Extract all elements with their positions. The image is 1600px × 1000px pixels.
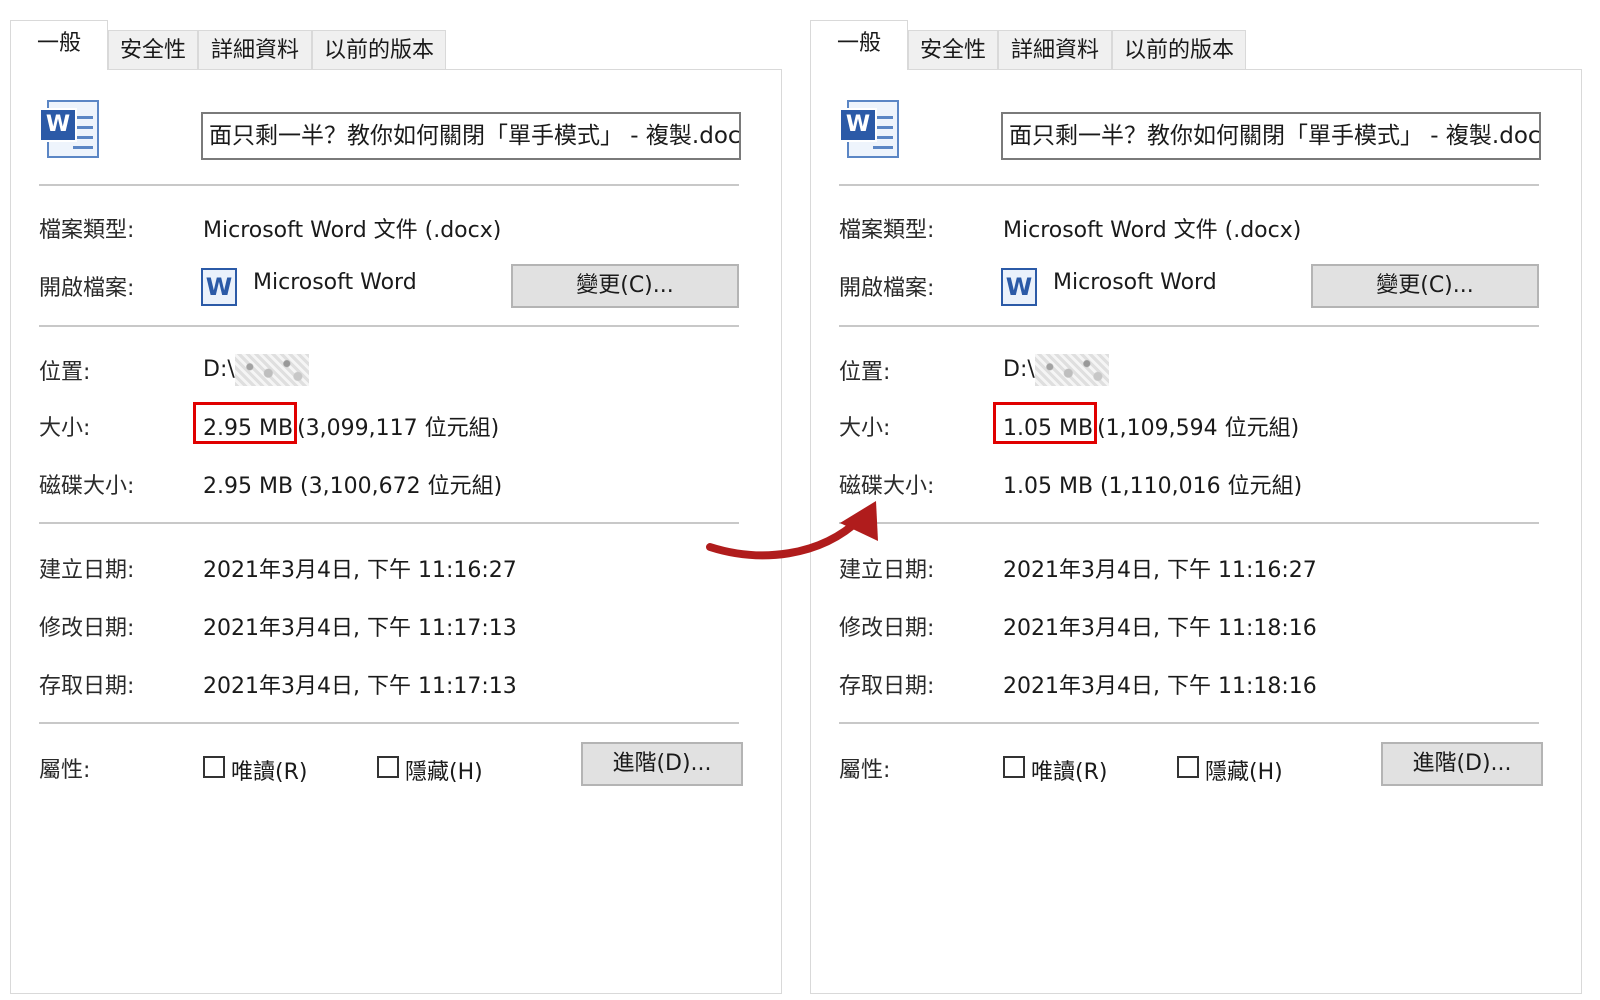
change-button[interactable]: 變更(C)... [511, 264, 739, 308]
opens-with-label: 開啟檔案: [839, 276, 935, 301]
location-label: 位置: [839, 360, 891, 385]
accessed-label: 存取日期: [39, 674, 135, 699]
file-type-label: 檔案類型: [39, 218, 135, 243]
file-type-value: Microsoft Word 文件 (.docx) [203, 218, 502, 243]
advanced-button[interactable]: 進階(D)... [1381, 742, 1543, 786]
tab-general[interactable]: 一般 [810, 20, 908, 70]
divider [839, 184, 1539, 186]
tab-bar: 一般 安全性 詳細資料 以前的版本 [10, 20, 782, 70]
properties-panel-before: 一般 安全性 詳細資料 以前的版本 W 面只剩一半？教你如何關閉「單手模式」 -… [10, 20, 782, 996]
tab-security[interactable]: 安全性 [108, 30, 198, 70]
created-label: 建立日期: [39, 558, 135, 583]
tab-previous-versions[interactable]: 以前的版本 [312, 30, 446, 70]
readonly-checkbox[interactable] [203, 756, 225, 778]
location-value: D:\ [203, 354, 309, 386]
hidden-label: 隱藏(H) [405, 760, 483, 785]
modified-label: 修改日期: [839, 616, 935, 641]
modified-value: 2021年3月4日, 下午 11:17:13 [203, 616, 517, 641]
created-value: 2021年3月4日, 下午 11:16:27 [203, 558, 517, 583]
size-on-disk-label: 磁碟大小: [39, 474, 135, 499]
accessed-label: 存取日期: [839, 674, 935, 699]
size-bytes: (3,099,117 位元組) [297, 416, 500, 441]
curved-arrow-icon [706, 501, 878, 560]
redacted-path [1034, 354, 1109, 386]
divider [39, 325, 739, 327]
divider [39, 722, 739, 724]
hidden-checkbox[interactable] [377, 756, 399, 778]
modified-value: 2021年3月4日, 下午 11:18:16 [1003, 616, 1317, 641]
size-label: 大小: [839, 416, 891, 441]
size-on-disk-value: 1.05 MB (1,110,016 位元組) [1003, 474, 1303, 499]
redacted-path [234, 354, 309, 386]
opens-with-label: 開啟檔案: [39, 276, 135, 301]
divider [839, 522, 1539, 524]
attributes-label: 屬性: [839, 758, 891, 783]
hidden-label: 隱藏(H) [1205, 760, 1283, 785]
divider [839, 722, 1539, 724]
word-document-icon: W [39, 100, 103, 160]
tab-details[interactable]: 詳細資料 [198, 30, 312, 70]
accessed-value: 2021年3月4日, 下午 11:18:16 [1003, 674, 1317, 699]
attributes-label: 屬性: [39, 758, 91, 783]
tab-security[interactable]: 安全性 [908, 30, 998, 70]
word-app-icon: W [1001, 268, 1037, 306]
size-on-disk-value: 2.95 MB (3,100,672 位元組) [203, 474, 503, 499]
accessed-value: 2021年3月4日, 下午 11:17:13 [203, 674, 517, 699]
file-type-value: Microsoft Word 文件 (.docx) [1003, 218, 1302, 243]
size-label: 大小: [39, 416, 91, 441]
created-value: 2021年3月4日, 下午 11:16:27 [1003, 558, 1317, 583]
word-app-icon: W [201, 268, 237, 306]
location-value: D:\ [1003, 354, 1109, 386]
modified-label: 修改日期: [39, 616, 135, 641]
size-bytes: (1,109,594 位元組) [1097, 416, 1300, 441]
divider [839, 325, 1539, 327]
tab-bar: 一般 安全性 詳細資料 以前的版本 [810, 20, 1582, 70]
readonly-label: 唯讀(R) [1031, 760, 1108, 785]
highlight-box [993, 402, 1097, 444]
readonly-checkbox[interactable] [1003, 756, 1025, 778]
general-tab-content: W 面只剩一半？教你如何關閉「單手模式」 - 複製.docx 檔案類型: Mic… [10, 69, 782, 994]
tab-details[interactable]: 詳細資料 [998, 30, 1112, 70]
properties-panel-after: 一般 安全性 詳細資料 以前的版本 W 面只剩一半？教你如何關閉「單手模式」 -… [810, 20, 1582, 996]
word-document-icon: W [839, 100, 903, 160]
file-type-label: 檔案類型: [839, 218, 935, 243]
opens-with-value: Microsoft Word [1053, 270, 1217, 295]
readonly-label: 唯讀(R) [231, 760, 308, 785]
highlight-box [193, 402, 297, 444]
filename-field[interactable]: 面只剩一半？教你如何關閉「單手模式」 - 複製.docx [201, 112, 741, 160]
general-tab-content: W 面只剩一半？教你如何關閉「單手模式」 - 複製.docx 檔案類型: Mic… [810, 69, 1582, 994]
tab-previous-versions[interactable]: 以前的版本 [1112, 30, 1246, 70]
tab-general[interactable]: 一般 [10, 20, 108, 70]
location-label: 位置: [39, 360, 91, 385]
filename-field[interactable]: 面只剩一半？教你如何關閉「單手模式」 - 複製.docx [1001, 112, 1541, 160]
advanced-button[interactable]: 進階(D)... [581, 742, 743, 786]
hidden-checkbox[interactable] [1177, 756, 1199, 778]
divider [39, 522, 739, 524]
opens-with-value: Microsoft Word [253, 270, 417, 295]
change-button[interactable]: 變更(C)... [1311, 264, 1539, 308]
divider [39, 184, 739, 186]
